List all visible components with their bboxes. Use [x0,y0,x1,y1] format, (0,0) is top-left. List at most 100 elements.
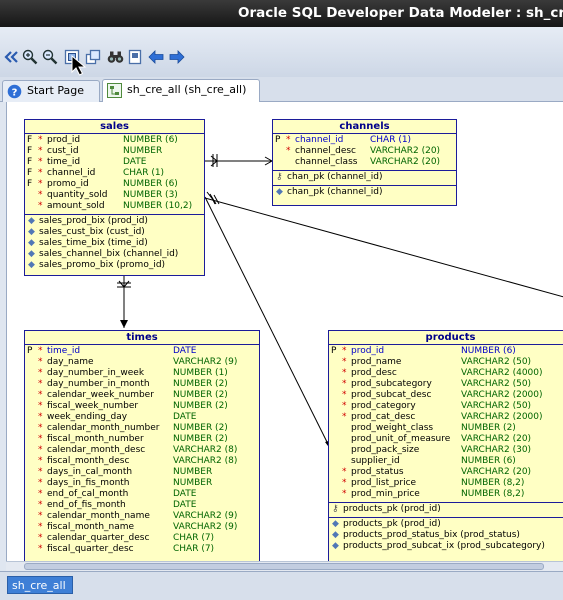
table-row[interactable]: * prod_subcategory VARCHAR2 (50) [329,379,563,390]
table-row[interactable]: * fiscal_week_number NUMBER (2) [25,401,259,412]
zoom-in-icon[interactable] [21,48,39,66]
table-row[interactable]: supplier_id NUMBER (6) [329,456,563,467]
scrollbar-thumb[interactable] [24,563,544,570]
table-row[interactable]: prod_unit_of_measure VARCHAR2 (20) [329,434,563,445]
column-type: VARCHAR2 (50) [461,379,532,389]
table-row[interactable]: * end_of_cal_month DATE [25,489,259,500]
table-row[interactable]: * week_ending_day DATE [25,412,259,423]
back-arrow-icon[interactable] [147,48,165,66]
table-row[interactable]: * day_number_in_month NUMBER (2) [25,379,259,390]
table-row[interactable]: prod_weight_class NUMBER (2) [329,423,563,434]
table-row[interactable]: F * channel_id CHAR (1) [25,168,204,179]
column-type: NUMBER (8,2) [461,478,525,488]
list-item[interactable]: ⚷ chan_pk (channel_id) [273,172,456,183]
table-channels[interactable]: channels P * channel_id CHAR (1) * channel_d… [272,119,457,206]
zoom-out-icon[interactable] [41,48,59,66]
list-item[interactable]: ◆ chan_pk (channel_id) [273,187,456,198]
tab-diagram[interactable]: sh_cre_all (sh_cre_all) [102,79,260,102]
table-row[interactable]: * calendar_month_number NUMBER (2) [25,423,259,434]
list-item[interactable]: ◆ products_prod_status_bix (prod_status) [329,530,563,541]
column-name: channel_class [295,157,358,167]
key-list: ⚷ chan_pk (channel_id) [273,170,456,185]
column-type: VARCHAR2 (9) [173,511,238,521]
index-label: sales_time_bix (time_id) [39,238,148,248]
list-item[interactable]: ⚷ products_pk (prod_id) [329,504,563,515]
index-label: products_pk (prod_id) [343,519,441,529]
table-row[interactable]: * fiscal_month_name VARCHAR2 (9) [25,522,259,533]
table-row[interactable]: * prod_desc VARCHAR2 (4000) [329,368,563,379]
table-row[interactable]: * prod_status VARCHAR2 (20) [329,467,563,478]
horizontal-scrollbar[interactable] [6,561,563,571]
list-item[interactable]: ◆ sales_channel_bix (channel_id) [25,249,204,260]
forward-arrow-icon[interactable] [168,48,186,66]
table-row[interactable]: channel_class VARCHAR2 (20) [273,157,456,168]
table-row[interactable]: * prod_cat_desc VARCHAR2 (2000) [329,412,563,423]
table-row[interactable]: * prod_list_price NUMBER (8,2) [329,478,563,489]
column-name: channel_desc [295,146,357,156]
column-type: DATE [123,157,147,167]
list-item[interactable]: ◆ sales_cust_bix (cust_id) [25,227,204,238]
tab-sh-cre-all[interactable]: sh_cre_all [7,576,73,594]
diagram-canvas[interactable]: sales F * prod_id NUMBER (6) F * cust_id NUMBE… [6,102,563,561]
table-row[interactable]: prod_pack_size VARCHAR2 (30) [329,445,563,456]
table-row[interactable]: F * promo_id NUMBER (6) [25,179,204,190]
table-row[interactable]: P * channel_id CHAR (1) [273,135,456,146]
column-name: calendar_month_desc [47,445,146,455]
chevron-double-left-icon[interactable] [2,48,20,66]
editor-tab-bar: ? Start Page sh_cre_all (sh_cre_all) [0,77,563,102]
table-row[interactable]: * prod_name VARCHAR2 (50) [329,357,563,368]
table-row[interactable]: * days_in_cal_month NUMBER [25,467,259,478]
table-row[interactable]: F * prod_id NUMBER (6) [25,135,204,146]
column-name: fiscal_month_desc [47,456,130,466]
index-icon: ◆ [332,541,339,551]
mandatory-flag: * [38,135,43,145]
index-icon: ◆ [28,249,35,259]
table-row[interactable]: P * prod_id NUMBER (6) [329,346,563,357]
list-item[interactable]: ◆ sales_promo_bix (promo_id) [25,260,204,271]
table-row[interactable]: * fiscal_month_desc VARCHAR2 (8) [25,456,259,467]
table-row[interactable]: P * time_id DATE [25,346,259,357]
mandatory-flag: * [342,357,347,367]
table-row[interactable]: * calendar_quarter_desc CHAR (7) [25,533,259,544]
list-item[interactable]: ◆ sales_time_bix (time_id) [25,238,204,249]
table-row[interactable]: * fiscal_month_number NUMBER (2) [25,434,259,445]
column-name: prod_subcat_desc [351,390,432,400]
table-row[interactable]: F * cust_id NUMBER [25,146,204,157]
table-row[interactable]: * calendar_month_desc VARCHAR2 (8) [25,445,259,456]
column-type: CHAR (7) [173,533,215,543]
table-row[interactable]: F * time_id DATE [25,157,204,168]
list-item[interactable]: ◆ sales_prod_bix (prod_id) [25,216,204,227]
list-item[interactable]: ◆ products_pk (prod_id) [329,519,563,530]
table-times[interactable]: times P * time_id DATE * day_name VARCHAR2 (9… [24,330,260,561]
table-row[interactable]: * calendar_month_name VARCHAR2 (9) [25,511,259,522]
column-list: F * prod_id NUMBER (6) F * cust_id NUMBER F * ti… [25,134,204,214]
table-row[interactable]: * prod_subcat_desc VARCHAR2 (2000) [329,390,563,401]
mandatory-flag: * [38,423,43,433]
table-row[interactable]: * day_name VARCHAR2 (9) [25,357,259,368]
table-row[interactable]: * channel_desc VARCHAR2 (20) [273,146,456,157]
table-row[interactable]: * amount_sold NUMBER (10,2) [25,201,204,212]
table-row[interactable]: * quantity_sold NUMBER (3) [25,190,204,201]
table-row[interactable]: * day_number_in_week NUMBER (1) [25,368,259,379]
table-row[interactable]: * prod_category VARCHAR2 (50) [329,401,563,412]
mandatory-flag: * [286,146,291,156]
binoculars-icon[interactable] [106,48,124,66]
mandatory-flag: * [38,489,43,499]
table-row[interactable]: * prod_min_price NUMBER (8,2) [329,489,563,500]
svg-text:?: ? [12,87,18,98]
column-type: VARCHAR2 (30) [461,445,532,455]
list-item[interactable]: ◆ products_prod_subcat_ix (prod_subcatego… [329,541,563,552]
mandatory-flag: * [38,445,43,455]
tab-start-page[interactable]: ? Start Page [2,80,100,102]
table-sales[interactable]: sales F * prod_id NUMBER (6) F * cust_id NUMBE… [24,119,205,276]
column-type: NUMBER (2) [461,423,516,433]
table-row[interactable]: * calendar_week_number NUMBER (2) [25,390,259,401]
table-row[interactable]: * end_of_fis_month DATE [25,500,259,511]
table-row[interactable]: * days_in_fis_month NUMBER [25,478,259,489]
key-flag: F [27,135,33,145]
table-products[interactable]: products P * prod_id NUMBER (6) * prod_name V… [328,330,563,561]
page-icon[interactable] [126,48,144,66]
column-type: CHAR (1) [370,135,412,145]
mandatory-flag: * [38,412,43,422]
table-row[interactable]: * fiscal_quarter_desc CHAR (7) [25,544,259,555]
